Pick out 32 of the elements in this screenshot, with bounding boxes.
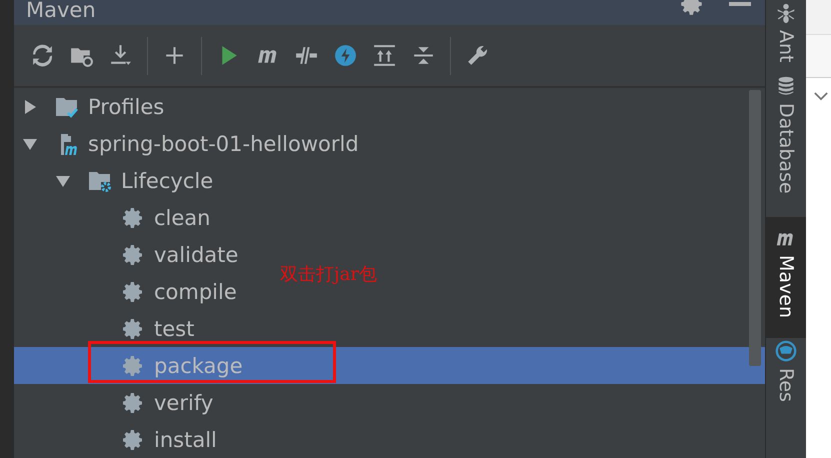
gear-icon [121, 354, 145, 378]
minimize-icon[interactable] [729, 1, 751, 7]
collapsed-arrow-icon[interactable] [22, 98, 38, 114]
lightning-icon[interactable] [333, 43, 358, 68]
gear-icon [121, 390, 145, 414]
tree-item[interactable]: install [14, 421, 217, 458]
tree-item[interactable]: clean [14, 199, 210, 236]
gear-icon [121, 280, 145, 304]
tool-window-tab[interactable]: Maven [766, 217, 806, 338]
tree-item[interactable]: compile [14, 273, 237, 310]
tree-item[interactable]: Profiles [14, 88, 164, 125]
tree-item[interactable]: test [14, 310, 194, 347]
reload-icon[interactable] [30, 43, 55, 68]
tree-item[interactable]: spring-boot-01-helloworld [14, 125, 359, 162]
gear-icon [121, 316, 145, 340]
annotation-text: 双击打jar包 [280, 263, 377, 286]
editor-tab-bar [806, 0, 831, 35]
globe-icon [775, 340, 797, 362]
tree-item[interactable]: verify [14, 384, 214, 421]
tree-item[interactable]: Lifecycle [14, 162, 214, 199]
expand-all-icon[interactable] [372, 43, 397, 68]
ant-icon [775, 2, 797, 24]
chevron-down-icon[interactable] [814, 92, 828, 101]
gear-icon [121, 206, 145, 230]
tool-window-tab[interactable]: Res [766, 338, 806, 412]
gear-icon [121, 242, 145, 266]
tree-item[interactable]: validate [14, 236, 238, 273]
panel-title: Maven [26, 0, 96, 20]
scrollbar[interactable] [749, 90, 761, 366]
gear-icon [121, 428, 145, 452]
tool-window-tab[interactable]: Database [766, 72, 806, 204]
tool-window-tab[interactable]: Ant [766, 0, 806, 72]
